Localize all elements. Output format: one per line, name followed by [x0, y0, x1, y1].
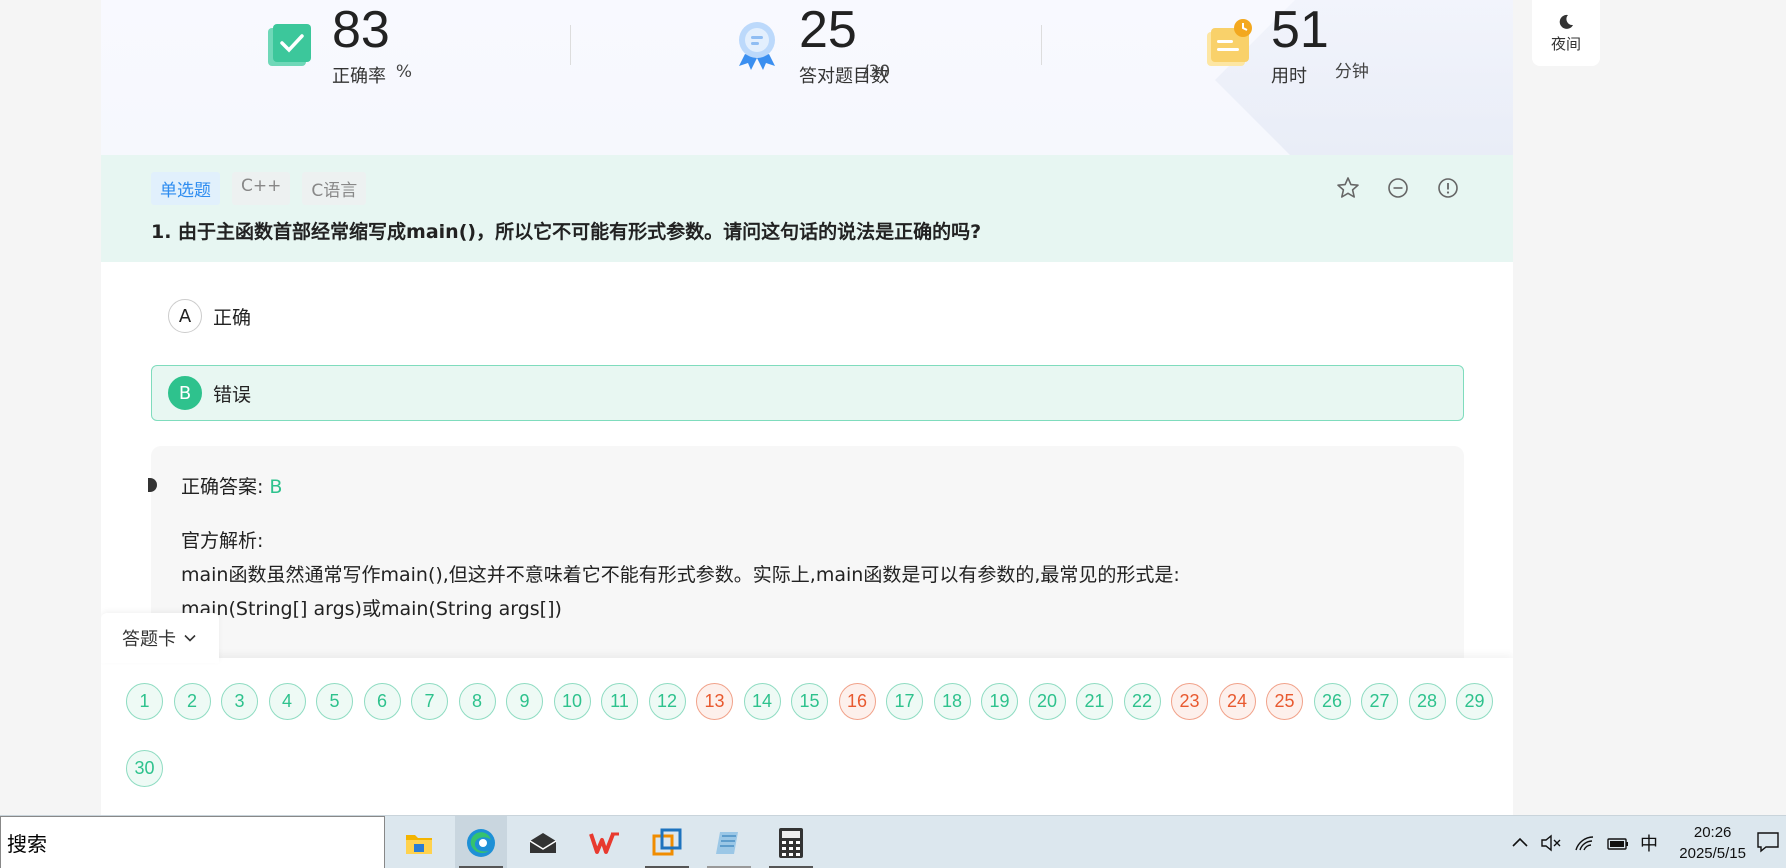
explanation-line: main(String[] args)或main(String args[])	[181, 598, 562, 620]
question-number-26[interactable]: 26	[1313, 683, 1351, 720]
question-number-10[interactable]: 10	[553, 683, 591, 720]
option-text: 正确	[213, 306, 252, 329]
question-number-13[interactable]: 13	[696, 683, 733, 720]
divider	[1041, 25, 1042, 65]
correct-count-value: 25	[799, 1, 857, 59]
clock-date: 2025/5/15	[1679, 845, 1746, 862]
explanation-line: main函数虽然通常写作main(),但这并不意味着它不能有形式参数。实际上,m…	[181, 564, 1180, 586]
search-text: 搜索	[7, 832, 47, 856]
question-tags: 单选题 C++ C语言	[151, 172, 367, 205]
medal-icon	[739, 22, 775, 70]
time-used-unit: 分钟	[1334, 62, 1369, 82]
question-title: 1. 由于主函数首部经常缩写成main()，所以它不可能有形式参数。请问这句话的…	[151, 221, 982, 243]
correct-answer: 正确答案: B	[181, 472, 282, 499]
mail-icon[interactable]	[517, 816, 569, 868]
moon-icon	[1559, 14, 1573, 29]
question-number-16[interactable]: 16	[838, 683, 876, 720]
wps-icon[interactable]	[579, 816, 631, 868]
system-tray: 中	[1510, 816, 1658, 868]
option-text: 错误	[213, 383, 252, 406]
question-number-29[interactable]: 29	[1456, 683, 1493, 720]
option-b[interactable]: B 错误	[151, 365, 1464, 421]
question-number-24[interactable]: 24	[1218, 683, 1256, 720]
question-header: 单选题 C++ C语言 1. 由于主函数首部经常缩写成main()，所以它不可能…	[101, 155, 1513, 262]
question-number-6[interactable]: 6	[363, 683, 401, 720]
tag-c-language: C语言	[302, 172, 367, 205]
question-number-22[interactable]: 22	[1123, 683, 1161, 720]
notification-icon[interactable]	[1756, 831, 1780, 853]
explanation-box: 正确答案: B 官方解析: main函数虽然通常写作main(),但这并不意味着它…	[148, 446, 1464, 676]
night-mode-label: 夜间	[1550, 34, 1581, 53]
question-number-8[interactable]: 8	[458, 683, 496, 720]
stat-correct-count: 25/30 答对题目数	[731, 0, 890, 100]
question-tools	[1335, 175, 1461, 201]
notepad-icon[interactable]	[703, 816, 755, 868]
question-number-27[interactable]: 27	[1361, 683, 1398, 720]
accuracy-unit: %	[395, 62, 412, 82]
chevron-up-icon[interactable]	[1510, 833, 1530, 853]
clock-note-icon	[1207, 19, 1252, 66]
speaker-muted-icon[interactable]	[1540, 833, 1562, 853]
question-number-7[interactable]: 7	[411, 683, 448, 720]
question-number-1[interactable]: 1	[126, 683, 163, 720]
remote-desktop-icon[interactable]	[641, 816, 693, 868]
option-a[interactable]: A 正确	[151, 288, 1464, 344]
file-explorer-icon[interactable]	[393, 816, 445, 868]
question-number-9[interactable]: 9	[506, 683, 543, 720]
question-number-30[interactable]: 30	[126, 750, 163, 787]
correct-answer-label: 正确答案:	[181, 476, 264, 498]
question-number-18[interactable]: 18	[933, 683, 971, 720]
calculator-icon[interactable]	[765, 816, 817, 868]
question-number-20[interactable]: 20	[1028, 683, 1066, 720]
wifi-icon[interactable]	[1574, 833, 1596, 853]
info-circle-icon[interactable]	[1435, 175, 1461, 201]
option-letter: A	[168, 299, 202, 333]
question-number-3[interactable]: 3	[221, 683, 258, 720]
stat-time-used: 51分钟 用时	[1203, 0, 1369, 100]
tag-question-type: 单选题	[151, 172, 220, 205]
question-number-5[interactable]: 5	[316, 683, 353, 720]
question-number-17[interactable]: 17	[886, 683, 923, 720]
minus-circle-icon[interactable]	[1385, 175, 1411, 201]
ime-indicator[interactable]: 中	[1640, 830, 1658, 856]
question-number-21[interactable]: 21	[1076, 683, 1113, 720]
stats-header: 83% 正确率 25/30 答对题目数 51分钟 用时	[101, 0, 1513, 155]
marker	[148, 478, 157, 492]
question-number-28[interactable]: 28	[1408, 683, 1446, 720]
question-number-25[interactable]: 25	[1266, 683, 1303, 720]
question-number-15[interactable]: 15	[791, 683, 828, 720]
question-number-4[interactable]: 4	[268, 683, 306, 720]
star-icon[interactable]	[1335, 175, 1361, 201]
correct-answer-value: B	[269, 476, 283, 498]
battery-icon[interactable]	[1606, 833, 1630, 853]
explanation-title: 官方解析:	[181, 530, 264, 552]
question-number-23[interactable]: 23	[1171, 683, 1208, 720]
divider	[570, 25, 571, 65]
edge-icon[interactable]	[455, 816, 507, 868]
answer-card-toggle[interactable]: 答题卡	[101, 613, 219, 663]
correct-count-unit: /30	[862, 62, 891, 82]
stat-accuracy: 83% 正确率	[264, 0, 412, 100]
night-mode-button[interactable]: 夜间	[1532, 0, 1600, 66]
system-clock[interactable]: 20:26 2025/5/15	[1679, 822, 1746, 864]
check-book-icon	[268, 24, 311, 66]
time-used-value: 51	[1271, 1, 1329, 59]
question-number-12[interactable]: 12	[648, 683, 686, 720]
answer-card: 1 2 3 4 5 6 7 8 9 10 11 12 13 14 15 16 17 18 19 20 21 22 23 24 2…	[101, 658, 1513, 815]
answer-card-label: 答题卡	[122, 629, 176, 650]
tag-cpp: C++	[232, 172, 291, 205]
clock-time: 20:26	[1693, 824, 1732, 841]
taskbar-search[interactable]: 搜索	[0, 816, 385, 868]
taskbar: 搜索 中 20:26 2025/5/15	[0, 815, 1786, 868]
accuracy-value: 83	[332, 1, 390, 59]
question-number-11[interactable]: 11	[601, 683, 638, 720]
question-number-19[interactable]: 19	[981, 683, 1018, 720]
main-panel: 83% 正确率 25/30 答对题目数 51分钟 用时 单选题 C++ C语言 …	[101, 0, 1513, 815]
option-letter: B	[168, 376, 202, 410]
chevron-down-icon	[184, 634, 196, 642]
question-number-2[interactable]: 2	[173, 683, 211, 720]
question-number-14[interactable]: 14	[743, 683, 781, 720]
